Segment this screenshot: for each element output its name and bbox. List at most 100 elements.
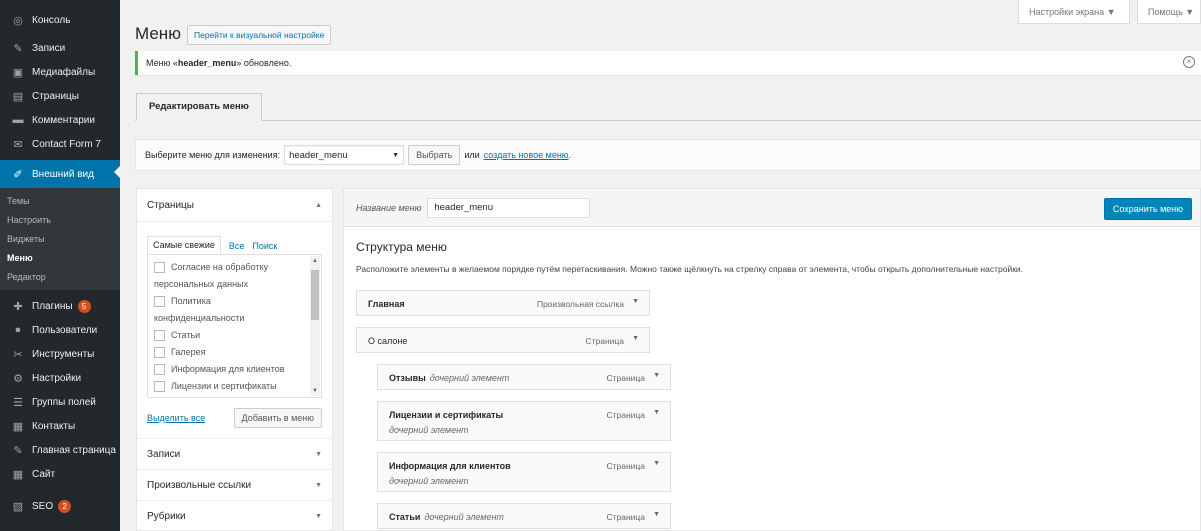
submenu-editor[interactable]: Редактор	[0, 268, 120, 287]
chevron-down-icon[interactable]: ▼	[632, 335, 639, 342]
tab-edit-menu[interactable]: Редактировать меню	[136, 93, 262, 121]
menu-item-title: Главная	[368, 299, 405, 309]
checkbox[interactable]	[154, 296, 165, 307]
sidebar-item-label: Contact Form 7	[32, 138, 101, 150]
list-item[interactable]: Лицензии и сертификаты	[154, 378, 317, 395]
dashboard-icon: ◎	[13, 14, 23, 27]
notice-menu-name: header_menu	[177, 58, 237, 68]
sidebar-item-comments[interactable]: ▬ Комментарии	[0, 108, 120, 132]
checkbox[interactable]	[154, 330, 165, 341]
accordion-categories[interactable]: Рубрики ▼	[137, 500, 332, 531]
menu-item[interactable]: О салоне Страница ▼	[356, 327, 650, 353]
menu-item[interactable]: Информация для клиентов дочерний элемент…	[377, 452, 671, 492]
site-icon: ▦	[12, 468, 24, 481]
sidebar-item-posts[interactable]: ✎ Записи	[0, 36, 120, 60]
submenu-themes[interactable]: Темы	[0, 192, 120, 211]
list-item[interactable]: Согласие на обработку	[154, 259, 317, 276]
list-item-label: Информация для клиентов	[171, 364, 285, 374]
sidebar-item-settings[interactable]: ⚙ Настройки	[0, 366, 120, 390]
sidebar-item-pages[interactable]: ▤ Страницы	[0, 84, 120, 108]
seo-icon: ▧	[12, 500, 24, 513]
accordion-title: Рубрики	[147, 510, 186, 522]
checkbox[interactable]	[154, 364, 165, 375]
sidebar-item-label: Главная страница	[32, 444, 116, 456]
select-menu-button[interactable]: Выбрать	[408, 145, 461, 165]
menu-item-title-text: Отзывы	[389, 373, 426, 383]
list-item[interactable]: Информация для клиентов	[154, 361, 317, 378]
subtab-search[interactable]: Поиск	[252, 238, 277, 254]
list-item-label: Статьи	[171, 330, 201, 340]
tabs-divider	[135, 120, 1201, 121]
sidebar-item-tools[interactable]: ✂ Инструменты	[0, 342, 120, 366]
menu-item-title: Отзывы дочерний элемент	[389, 373, 509, 383]
sidebar-item-dashboard[interactable]: ◎ Консоль	[0, 8, 120, 32]
sidebar-item-users[interactable]: ● Пользователи	[0, 318, 120, 342]
sidebar-item-site[interactable]: ▦ Сайт	[0, 462, 120, 486]
list-item[interactable]: Галерея	[154, 344, 317, 361]
sidebar-item-field-groups[interactable]: ☰ Группы полей	[0, 390, 120, 414]
chevron-down-icon: ▼	[315, 450, 322, 458]
sidebar-item-media[interactable]: ▣ Медиафайлы	[0, 60, 120, 84]
chevron-down-icon[interactable]: ▼	[653, 409, 660, 416]
subtab-recent[interactable]: Самые свежие	[147, 236, 221, 254]
checkbox[interactable]	[154, 381, 165, 392]
list-item-continuation: персональных данных	[154, 276, 317, 293]
chevron-down-icon[interactable]: ▼	[653, 372, 660, 379]
chevron-down-icon: ▼	[1185, 6, 1195, 17]
pages-checklist: Согласие на обработку персональных данны…	[147, 254, 322, 398]
sidebar-item-contact-form[interactable]: ✉ Contact Form 7	[0, 132, 120, 156]
accordion-posts[interactable]: Записи ▼	[137, 438, 332, 469]
chevron-down-icon[interactable]: ▼	[653, 460, 660, 467]
manage-menus-bar: Выберите меню для изменения: header_menu…	[135, 139, 1201, 171]
menu-item[interactable]: Лицензии и сертификаты дочерний элемент …	[377, 401, 671, 441]
home-icon: ✎	[13, 444, 23, 457]
checkbox[interactable]	[154, 347, 165, 358]
list-item[interactable]: Статьи	[154, 327, 317, 344]
sidebar-item-label: Пользователи	[32, 324, 98, 336]
checklist-scrollbar[interactable]: ▲ ▼	[310, 256, 320, 396]
sidebar-item-home-page[interactable]: ✎ Главная страница	[0, 438, 120, 462]
select-all-link[interactable]: Выделить все	[147, 413, 205, 423]
pushpin-icon: ✎	[13, 42, 23, 55]
scrollbar-thumb[interactable]	[311, 270, 319, 320]
sidebar-item-seo[interactable]: ▧ SEO 2	[0, 494, 120, 518]
visual-customize-button[interactable]: Перейти к визуальной настройке	[187, 25, 332, 45]
accordion-custom-links[interactable]: Произвольные ссылки ▼	[137, 469, 332, 500]
sidebar-item-label: Инструменты	[32, 348, 95, 360]
submenu-menus[interactable]: Меню	[0, 249, 120, 268]
list-item-label: Политика	[171, 296, 211, 306]
menu-item[interactable]: Статьи дочерний элемент Страница ▼	[377, 503, 671, 529]
accordion-pages-header[interactable]: Страницы ▲	[137, 189, 332, 222]
subtab-all[interactable]: Все	[229, 238, 245, 254]
menu-name-input[interactable]: header_menu	[427, 197, 591, 218]
scroll-down-icon[interactable]: ▼	[312, 388, 318, 394]
close-icon[interactable]: ×	[1183, 56, 1195, 68]
menu-item[interactable]: Главная Произвольная ссылка ▼	[356, 290, 650, 316]
submenu-widgets[interactable]: Виджеты	[0, 230, 120, 249]
chevron-down-icon[interactable]: ▼	[632, 298, 639, 305]
menu-select[interactable]: header_menu ▼	[284, 145, 405, 165]
checkbox[interactable]	[154, 262, 165, 273]
menu-item[interactable]: Отзывы дочерний элемент Страница ▼	[377, 364, 671, 390]
sidebar-item-plugins[interactable]: ✚ Плагины 5	[0, 294, 120, 318]
sidebar-item-contacts[interactable]: ▦ Контакты	[0, 414, 120, 438]
sidebar-item-appearance[interactable]: ✐ Внешний вид	[0, 160, 120, 188]
chevron-down-icon[interactable]: ▼	[653, 511, 660, 518]
admin-sidebar: ◎ Консоль ✎ Записи ▣ Медиафайлы ▤ Страницы ▬…	[0, 0, 120, 531]
list-item[interactable]: Политика	[154, 293, 317, 310]
submenu-customize[interactable]: Настроить	[0, 211, 120, 230]
select-menu-label: Выберите меню для изменения:	[145, 150, 281, 160]
sidebar-item-label: Консоль	[32, 14, 71, 26]
child-note: дочерний элемент	[389, 476, 469, 486]
menu-name-label: Название меню	[356, 202, 422, 213]
child-note: дочерний элемент	[429, 373, 510, 383]
add-to-menu-button[interactable]: Добавить в меню	[233, 408, 322, 428]
screen-options-button[interactable]: Настройки экрана ▼	[1018, 0, 1130, 24]
screen-options-label: Настройки экрана	[1029, 6, 1105, 17]
or-text: или	[464, 150, 480, 160]
save-menu-button[interactable]: Сохранить меню	[1103, 198, 1192, 220]
scroll-up-icon[interactable]: ▲	[312, 258, 318, 264]
create-menu-link[interactable]: создать новое меню	[484, 150, 569, 160]
list-item-label: персональных данных	[154, 279, 249, 289]
help-button[interactable]: Помощь ▼	[1137, 0, 1201, 24]
